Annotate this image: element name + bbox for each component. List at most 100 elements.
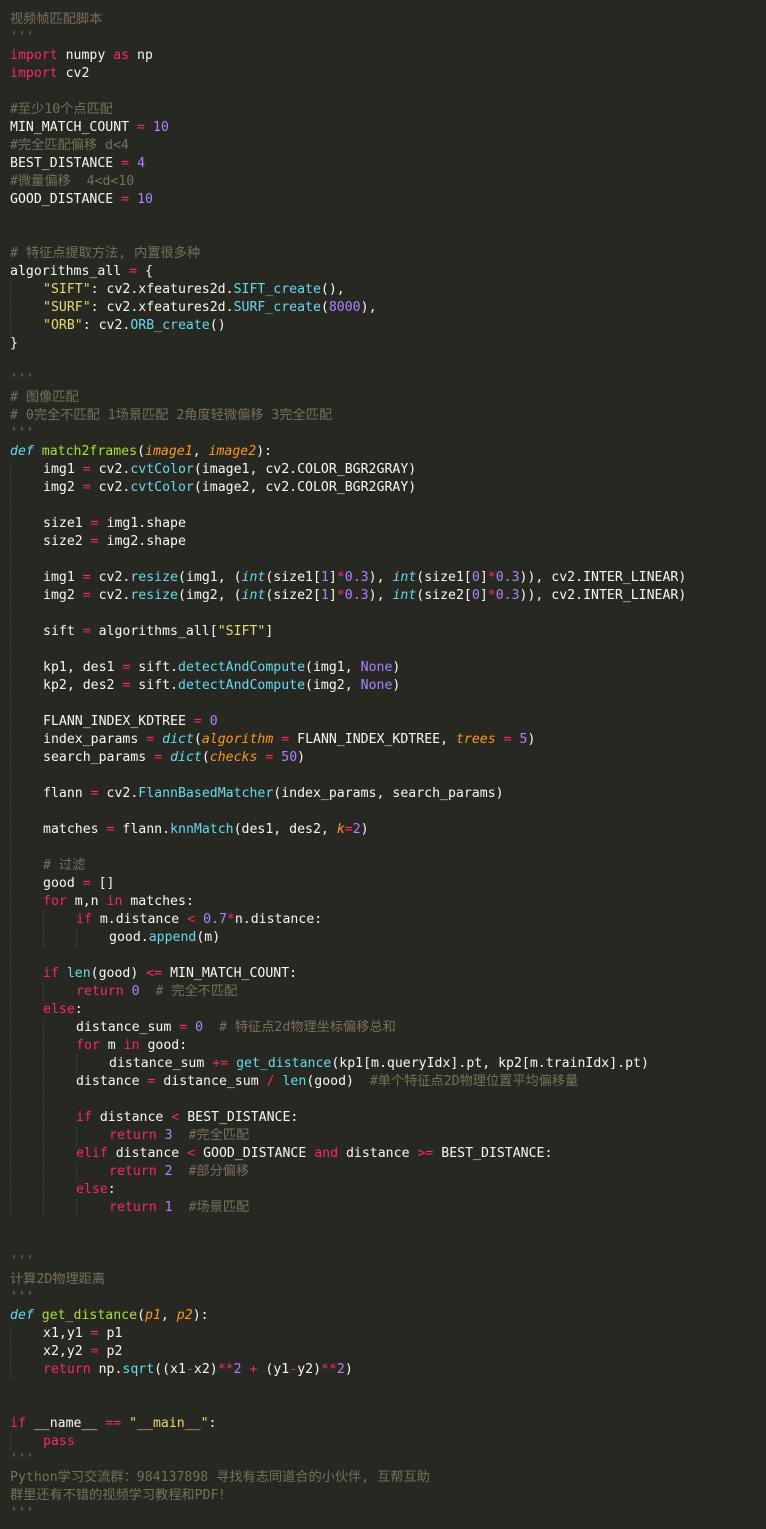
code-token: flann	[43, 786, 91, 801]
code-line-content: def get_distance(p1, p2):	[10, 1308, 209, 1323]
code-line: # 0完全不匹配 1场景匹配 2角度轻微偏移 3完全匹配	[10, 407, 686, 425]
code-line-content: # 0完全不匹配 1场景匹配 2角度轻微偏移 3完全匹配	[10, 408, 332, 423]
code-line: img1 = cv2.cvtColor(image1, cv2.COLOR_BG…	[10, 461, 686, 479]
code-token: '''	[10, 426, 34, 441]
code-token: BEST_DISTANCE:	[433, 1146, 553, 1161]
code-token: cvtColor	[130, 462, 194, 477]
code-line: pass	[10, 1433, 686, 1451]
code-token: size2	[43, 534, 91, 549]
indent-guide	[10, 551, 11, 569]
code-token: : cv2.xfeatures2d.	[90, 282, 234, 297]
indent-guide	[43, 1181, 44, 1199]
code-line: size2 = img2.shape	[10, 533, 686, 551]
code-token: 50	[281, 750, 298, 765]
code-token: (	[193, 732, 202, 747]
code-line-content	[10, 1218, 18, 1233]
code-token: )	[297, 750, 306, 765]
code-token: =	[344, 822, 353, 837]
code-line-content: 计算2D物理距离	[10, 1272, 105, 1287]
code-editor[interactable]: ''' 视频帧匹配脚本 ''' import numpy as np import cv…	[0, 0, 766, 1529]
indent-guide	[10, 767, 11, 785]
code-line-content	[10, 1236, 18, 1251]
code-token: )	[392, 678, 401, 693]
code-token: 0	[131, 984, 140, 999]
code-token: 2	[164, 1164, 173, 1179]
indent-guide	[10, 875, 11, 893]
indent-guide	[10, 713, 11, 731]
indent-guide	[10, 317, 11, 335]
code-line: return 0 # 完全不匹配	[10, 983, 686, 1001]
code-token: np	[129, 48, 153, 63]
code-token: cv2.	[98, 786, 139, 801]
code-line-content: 群里还有不错的视频学习教程和PDF！	[10, 1488, 232, 1503]
code-token: __name__	[25, 1416, 106, 1431]
indent-guide	[10, 695, 11, 713]
code-token: ORB_create	[130, 318, 210, 333]
code-line-content	[10, 210, 18, 225]
code-line-content: 视频帧匹配脚本	[10, 12, 102, 27]
code-line: '''	[10, 1451, 686, 1469]
code-line-content	[10, 840, 51, 855]
code-line-content: matches = flann.knnMatch(des1, des2, k=2…	[10, 822, 369, 837]
code-token: *	[336, 588, 345, 603]
code-token: distance_sum	[109, 1056, 213, 1071]
code-line: else:	[10, 1181, 686, 1199]
indent-guide	[10, 1145, 11, 1163]
code-line: import cv2	[10, 65, 686, 83]
code-token: 0.3	[344, 570, 369, 585]
code-line-content: '''	[10, 1290, 34, 1305]
code-line: '''	[10, 0, 686, 11]
code-line	[10, 1217, 686, 1235]
indent-guide	[10, 1055, 11, 1073]
code-token: cvtColor	[130, 480, 194, 495]
code-token: return	[43, 1362, 91, 1377]
code-token: '''	[10, 0, 34, 9]
code-line-content	[10, 228, 18, 243]
indent-guide	[43, 911, 44, 929]
code-line: good.append(m)	[10, 929, 686, 947]
code-line: algorithms_all = {	[10, 263, 686, 281]
code-line: '''	[10, 425, 686, 443]
code-line: kp2, des2 = sift.detectAndCompute(img2, …	[10, 677, 686, 695]
code-token: "ORB"	[43, 318, 83, 333]
code-token: FLANN_INDEX_KDTREE,	[289, 732, 456, 747]
code-line: # 特征点提取方法, 内置很多种	[10, 245, 686, 263]
code-token: 0	[471, 570, 480, 585]
code-token: # 0完全不匹配 1场景匹配 2角度轻微偏移 3完全匹配	[10, 408, 333, 423]
code-token: **	[321, 1362, 337, 1377]
code-line: return 1 #场景匹配	[10, 1199, 686, 1217]
indent-guide	[76, 1055, 77, 1073]
indent-guide	[10, 569, 11, 587]
code-line: index_params = dict(algorithm = FLANN_IN…	[10, 731, 686, 749]
code-token: cv2.	[90, 588, 131, 603]
code-line	[10, 497, 686, 515]
indent-guide	[10, 497, 11, 515]
code-token: distance_sum	[76, 1020, 180, 1035]
code-token: ,	[192, 444, 209, 459]
code-line: for m,n in matches:	[10, 893, 686, 911]
code-token: (good)	[90, 966, 147, 981]
code-line-content: #微量偏移 4<d<10	[10, 174, 134, 189]
indent-guide	[10, 1181, 11, 1199]
code-line-content: return 1 #场景匹配	[10, 1200, 249, 1215]
code-line-content: import cv2	[10, 66, 89, 81]
code-line-content: if __name__ == "__main__":	[10, 1416, 217, 1431]
code-line: img1 = cv2.resize(img1, (int(size1[1]*0.…	[10, 569, 686, 587]
code-line-content: x2,y2 = p2	[10, 1344, 122, 1359]
code-token: "SIFT"	[43, 282, 91, 297]
indent-guide	[10, 947, 11, 965]
code-line-content: good.append(m)	[10, 930, 220, 945]
code-line: flann = cv2.FlannBasedMatcher(index_para…	[10, 785, 686, 803]
code-token: if	[76, 1110, 92, 1125]
code-line-content: if distance < BEST_DISTANCE:	[10, 1110, 298, 1125]
code-token: 0.3	[495, 588, 520, 603]
code-line: '''	[10, 371, 686, 389]
code-token: =	[121, 192, 130, 207]
code-token: img2.shape	[98, 534, 186, 549]
code-line-content: '''	[10, 426, 34, 441]
code-token: #完全匹配	[188, 1128, 250, 1143]
code-token: p2	[176, 1308, 193, 1323]
